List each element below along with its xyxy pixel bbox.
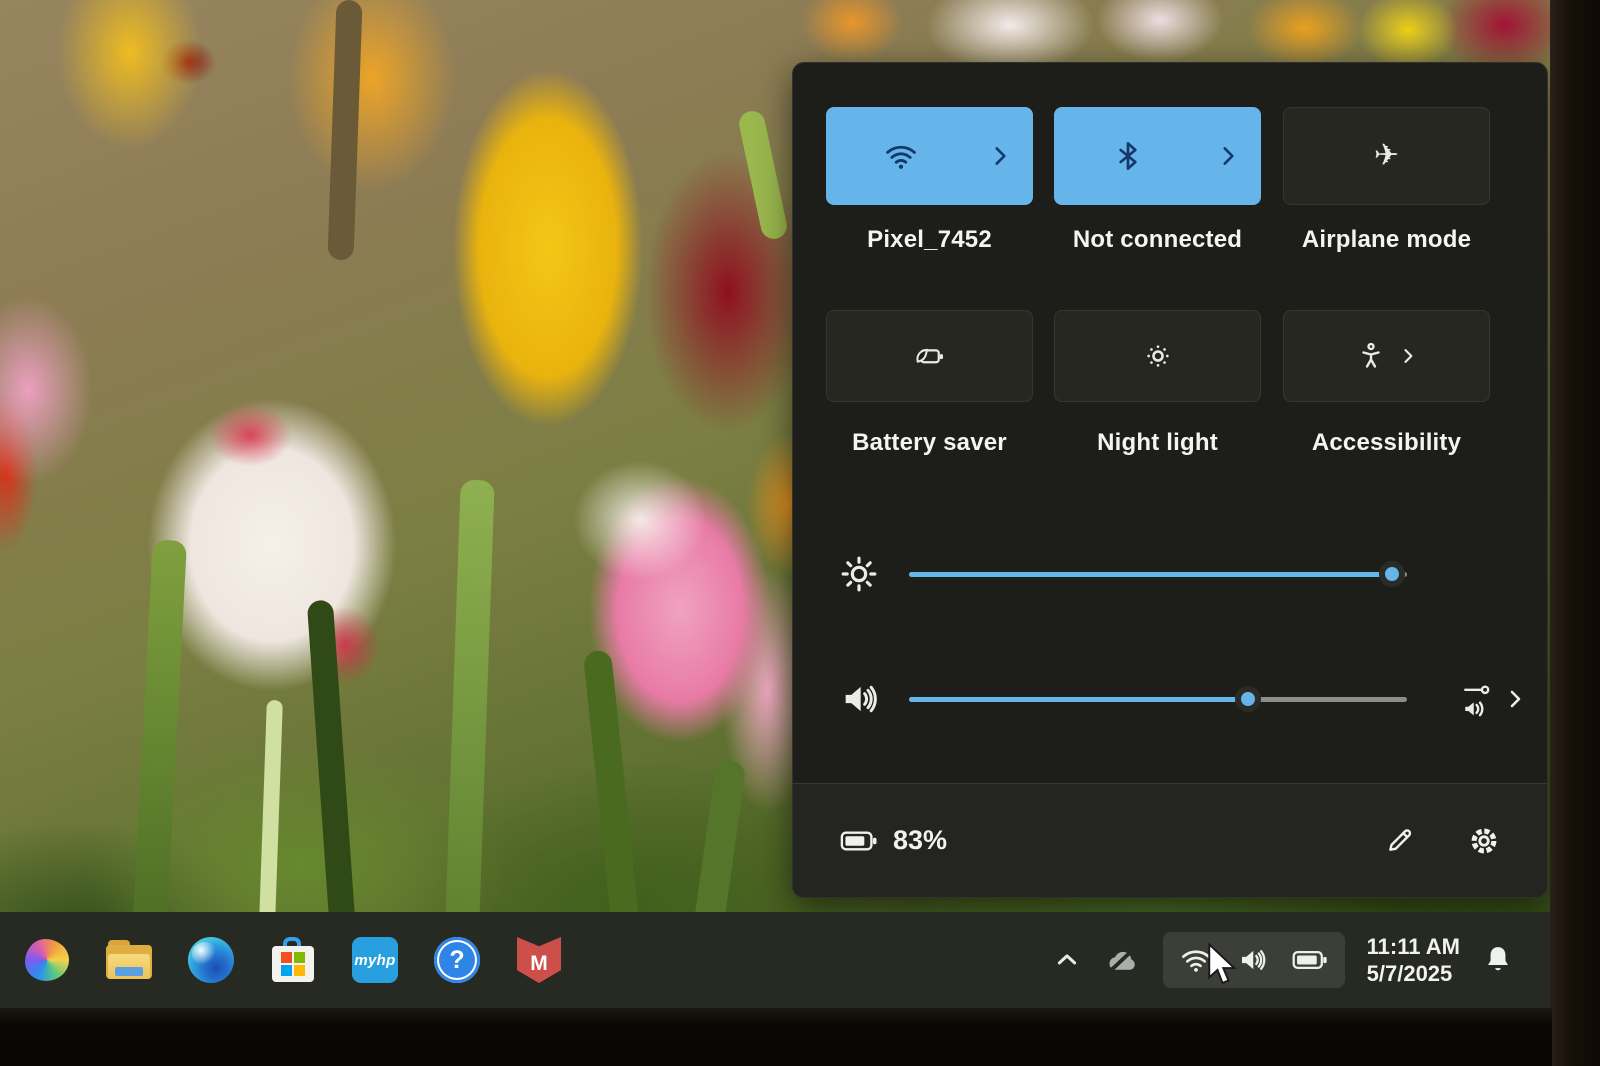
wallpaper-stem	[737, 109, 789, 242]
battery-status[interactable]: 83%	[839, 825, 947, 856]
screen: ✈ Pixel_7452 Not connected Airplane mode	[0, 0, 1600, 1066]
taskbar-mcafee-icon[interactable]: M	[516, 937, 562, 983]
taskbar-myhp-icon[interactable]: myhp	[352, 937, 398, 983]
brightness-slider-fill	[909, 572, 1392, 577]
quick-settings-footer: 83%	[793, 783, 1547, 897]
tray-notification-bell-icon[interactable]	[1482, 943, 1514, 977]
brightness-sun-icon	[839, 554, 879, 594]
airplane-tile-label: Airplane mode	[1283, 226, 1490, 254]
accessibility-person-icon	[1356, 341, 1386, 371]
laptop-bezel-bottom	[0, 1008, 1552, 1066]
wallpaper-stem	[443, 480, 494, 981]
wifi-expand-chevron-icon[interactable]	[987, 143, 1013, 169]
battery-icon	[839, 828, 879, 854]
brightness-slider-thumb[interactable]	[1379, 561, 1405, 587]
airplane-mode-tile[interactable]: ✈	[1283, 107, 1490, 205]
accessibility-tile[interactable]	[1283, 310, 1490, 402]
brightness-slider-row	[793, 544, 1549, 604]
taskbar-app-icons: myhp ? M	[0, 937, 562, 983]
night-light-icon	[1142, 340, 1174, 372]
wallpaper-stem	[131, 539, 187, 960]
accessibility-tile-label: Accessibility	[1283, 429, 1490, 457]
battery-percent-label: 83%	[893, 825, 947, 856]
battery-saver-tile-label: Battery saver	[826, 429, 1033, 457]
tray-show-hidden-icons-chevron[interactable]	[1053, 946, 1081, 974]
battery-saver-tile[interactable]	[826, 310, 1033, 402]
taskbar: myhp ? M	[0, 912, 1552, 1008]
wifi-icon	[884, 139, 918, 173]
settings-gear-icon[interactable]	[1467, 824, 1501, 858]
accessibility-expand-chevron-icon	[1398, 346, 1418, 366]
taskbar-file-explorer-icon[interactable]	[106, 937, 152, 983]
volume-slider[interactable]	[909, 697, 1407, 702]
taskbar-get-help-icon[interactable]: ?	[434, 937, 480, 983]
volume-slider-fill	[909, 697, 1248, 702]
audio-output-chevron-icon[interactable]	[1503, 687, 1527, 711]
bluetooth-tile[interactable]	[1054, 107, 1261, 205]
system-tray: 11:11 AM 5/7/2025	[1053, 932, 1552, 988]
taskbar-microsoft-store-icon[interactable]	[270, 937, 316, 983]
wallpaper-stem	[327, 0, 362, 260]
tray-date: 5/7/2025	[1367, 960, 1453, 987]
volume-slider-row	[793, 669, 1549, 729]
tray-volume-icon[interactable]	[1236, 945, 1268, 975]
quick-settings-panel: ✈ Pixel_7452 Not connected Airplane mode	[792, 62, 1548, 898]
tray-battery-icon[interactable]	[1292, 947, 1328, 973]
tray-time: 11:11 AM	[1367, 933, 1460, 960]
taskbar-edge-icon[interactable]	[188, 937, 234, 983]
bluetooth-expand-chevron-icon[interactable]	[1215, 143, 1241, 169]
tray-clock[interactable]: 11:11 AM 5/7/2025	[1367, 933, 1460, 987]
taskbar-copilot-icon[interactable]	[24, 937, 70, 983]
airplane-icon: ✈	[1374, 141, 1399, 171]
volume-speaker-icon	[839, 679, 879, 719]
tray-quick-settings-group[interactable]	[1163, 932, 1345, 988]
wifi-tile-label: Pixel_7452	[826, 226, 1033, 254]
battery-saver-icon	[912, 341, 948, 371]
mouse-cursor	[1206, 943, 1240, 987]
brightness-slider[interactable]	[909, 572, 1407, 577]
bluetooth-tile-label: Not connected	[1054, 226, 1261, 254]
night-light-tile[interactable]	[1054, 310, 1261, 402]
edit-quick-settings-pencil-icon[interactable]	[1383, 825, 1415, 857]
bluetooth-icon	[1112, 140, 1144, 172]
tray-onedrive-offline-cloud-icon[interactable]	[1103, 945, 1141, 975]
audio-output-device-icon[interactable]	[1461, 680, 1495, 718]
volume-slider-thumb[interactable]	[1235, 686, 1261, 712]
laptop-bezel-right	[1550, 0, 1600, 1066]
night-light-tile-label: Night light	[1054, 429, 1261, 457]
wifi-tile[interactable]	[826, 107, 1033, 205]
